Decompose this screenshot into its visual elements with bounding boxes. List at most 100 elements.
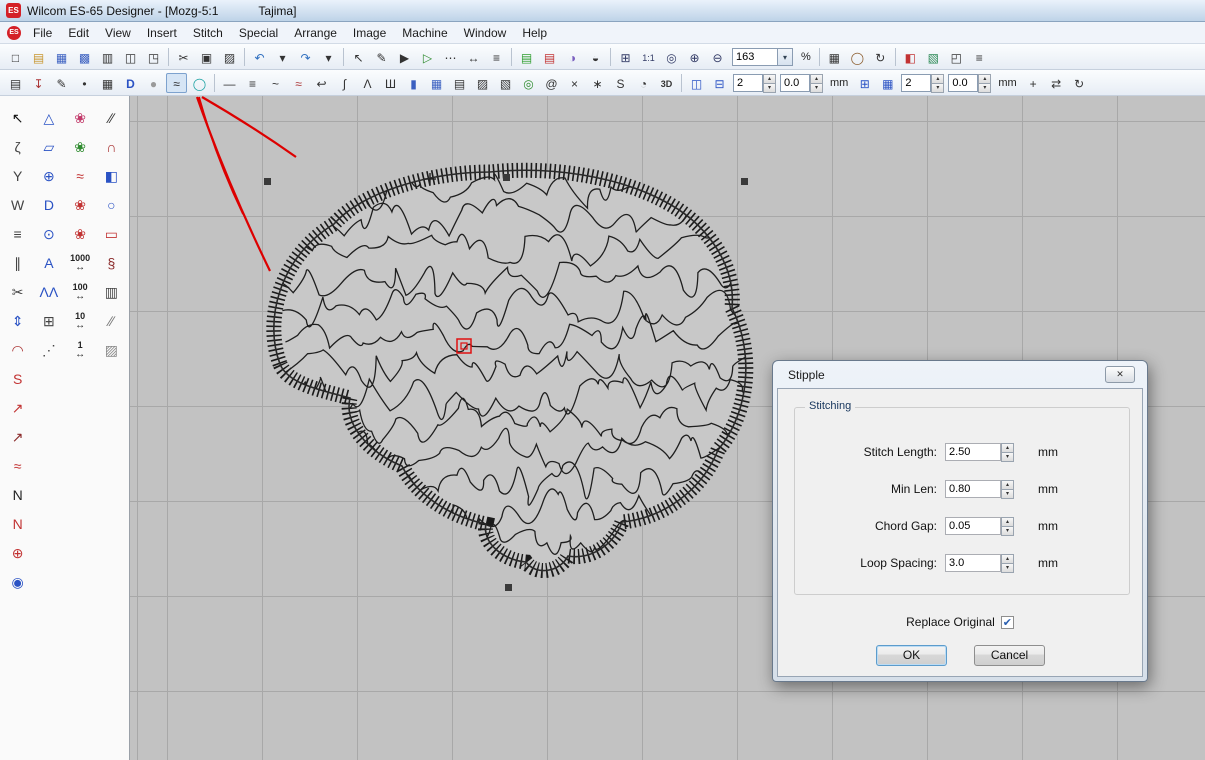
pair-tool[interactable]: ΛΛ bbox=[33, 278, 64, 305]
flower-branch-tool[interactable]: ❀ bbox=[65, 104, 96, 131]
selection-handle-top-right[interactable] bbox=[741, 178, 748, 185]
spin-down-icon[interactable]: ▾ bbox=[1001, 527, 1014, 536]
scissors-tool[interactable]: ✂ bbox=[2, 278, 33, 305]
offset-count-field[interactable]: ▴▾ bbox=[733, 74, 776, 92]
contour-icon[interactable]: ◎ bbox=[518, 73, 539, 93]
print-icon[interactable]: ▥ bbox=[97, 47, 118, 67]
array-count-spinner[interactable]: ▴▾ bbox=[931, 74, 944, 92]
undo-icon[interactable]: ↶ bbox=[249, 47, 270, 67]
spin-up-icon[interactable]: ▴ bbox=[810, 74, 823, 84]
satin-icon[interactable]: ▮ bbox=[403, 73, 424, 93]
select-object-icon[interactable]: ↖ bbox=[348, 47, 369, 67]
stitch-list-icon[interactable]: ≡ bbox=[486, 47, 507, 67]
swatch-tool[interactable]: ▨ bbox=[96, 336, 127, 363]
mirror-h-icon[interactable]: ◫ bbox=[686, 73, 707, 93]
array-spacing-spinner[interactable]: ▴▾ bbox=[978, 74, 991, 92]
offset-distance-field[interactable]: ▴▾ bbox=[780, 74, 823, 92]
stitch-length-input[interactable] bbox=[945, 443, 1001, 461]
spin-down-icon[interactable]: ▾ bbox=[931, 84, 944, 93]
hatch-lines-tool[interactable]: ∕∕ bbox=[96, 104, 127, 131]
spin-down-icon[interactable]: ▾ bbox=[1001, 490, 1014, 499]
star-fill-icon[interactable]: ∗ bbox=[587, 73, 608, 93]
offset-count-input[interactable] bbox=[733, 74, 763, 92]
slow-redraw-icon[interactable]: ▶ bbox=[394, 47, 415, 67]
cancel-button[interactable]: Cancel bbox=[974, 645, 1045, 666]
rectangle-tool[interactable]: ▭ bbox=[96, 220, 127, 247]
replace-original-checkbox[interactable]: ✔ bbox=[1001, 616, 1014, 629]
size-1000-button[interactable]: 1000↔ bbox=[65, 249, 96, 276]
dot-counter-icon[interactable]: ⋯ bbox=[440, 47, 461, 67]
insert-needle-icon[interactable]: ↧ bbox=[28, 73, 49, 93]
color-film-icon[interactable]: ▤ bbox=[5, 73, 26, 93]
tatami-icon[interactable]: ▦ bbox=[426, 73, 447, 93]
size-1-button[interactable]: 1↔ bbox=[65, 336, 96, 363]
film-green-icon[interactable]: ▤ bbox=[516, 47, 537, 67]
letter-d-icon[interactable]: D bbox=[120, 73, 141, 93]
zigzag-tool[interactable]: W bbox=[2, 191, 33, 218]
dot-tool-icon[interactable]: • bbox=[74, 73, 95, 93]
fan-tool[interactable]: ◠ bbox=[2, 336, 33, 363]
redo-drop-icon[interactable]: ▾ bbox=[318, 47, 339, 67]
reshape-tool[interactable]: △ bbox=[33, 104, 64, 131]
dots-diagonal-tool[interactable]: ⋰ bbox=[33, 336, 64, 363]
stemstitch-icon[interactable]: ∫ bbox=[334, 73, 355, 93]
zoom-out-icon[interactable]: ⊖ bbox=[707, 47, 728, 67]
film-red-icon[interactable]: ▤ bbox=[539, 47, 560, 67]
dim-artwork-icon[interactable]: ◒ bbox=[585, 47, 606, 67]
wave-fill-icon[interactable]: S bbox=[610, 73, 631, 93]
zoom-in-icon[interactable]: ⊕ bbox=[684, 47, 705, 67]
boot-tool[interactable]: § bbox=[96, 249, 127, 276]
spin-up-icon[interactable]: ▴ bbox=[1001, 554, 1014, 564]
globe-tool[interactable]: ⊙ bbox=[33, 220, 64, 247]
film-strip-icon[interactable]: ▦ bbox=[97, 73, 118, 93]
offset-count-spinner[interactable]: ▴▾ bbox=[763, 74, 776, 92]
spin-up-icon[interactable]: ▴ bbox=[1001, 517, 1014, 527]
document-icon[interactable]: ES bbox=[7, 26, 21, 40]
menu-arrange[interactable]: Arrange bbox=[286, 24, 345, 42]
export-machine-icon[interactable]: ◳ bbox=[143, 47, 164, 67]
print-preview-icon[interactable]: ◫ bbox=[120, 47, 141, 67]
size-10-button[interactable]: 10↔ bbox=[65, 307, 96, 334]
stitch-length-spinner[interactable]: ▴▾ bbox=[1001, 443, 1014, 461]
three-d-icon[interactable]: 3D bbox=[656, 73, 677, 93]
stitch-edit-icon[interactable]: ✎ bbox=[371, 47, 392, 67]
fancy-fill-icon[interactable]: ▨ bbox=[472, 73, 493, 93]
loop-spacing-input[interactable] bbox=[945, 554, 1001, 572]
array-grid-icon[interactable]: ▦ bbox=[877, 73, 898, 93]
selection-handle-top-left[interactable] bbox=[264, 178, 271, 185]
run-stitch-tool[interactable]: ↗ bbox=[2, 423, 33, 450]
selection-handle-top-mid[interactable] bbox=[503, 174, 510, 181]
new-icon[interactable]: □ bbox=[5, 47, 26, 67]
measure-icon[interactable]: ↔ bbox=[463, 47, 484, 67]
curve-tool[interactable]: ∩ bbox=[96, 133, 127, 160]
array-row-icon[interactable]: ⊞ bbox=[854, 73, 875, 93]
plant2-tool[interactable]: ❀ bbox=[65, 220, 96, 247]
stipple-icon[interactable]: ≈ bbox=[166, 73, 187, 93]
menu-special[interactable]: Special bbox=[231, 24, 286, 42]
node-edit-tool[interactable]: Y bbox=[2, 162, 33, 189]
close-icon[interactable]: ✕ bbox=[1105, 366, 1135, 383]
ring-plus-tool[interactable]: ⊕ bbox=[2, 539, 33, 566]
lettering-tool[interactable]: A bbox=[33, 249, 64, 276]
copy-icon[interactable]: ▣ bbox=[196, 47, 217, 67]
run-icon[interactable]: — bbox=[219, 73, 240, 93]
triple-wave-tool[interactable]: ≈ bbox=[65, 162, 96, 189]
updown-tool[interactable]: ⇕ bbox=[2, 307, 33, 334]
spin-up-icon[interactable]: ▴ bbox=[931, 74, 944, 84]
save-icon[interactable]: ▦ bbox=[51, 47, 72, 67]
paste-icon[interactable]: ▨ bbox=[219, 47, 240, 67]
redraw-screen-icon[interactable]: ↻ bbox=[870, 47, 891, 67]
array-spacing-input[interactable] bbox=[948, 74, 978, 92]
pencil-tool-icon[interactable]: ✎ bbox=[51, 73, 72, 93]
spin-up-icon[interactable]: ▴ bbox=[978, 74, 991, 84]
cut-icon[interactable]: ✂ bbox=[173, 47, 194, 67]
ring-target-tool[interactable]: ◉ bbox=[2, 568, 33, 595]
size-100-button[interactable]: 100↔ bbox=[65, 278, 96, 305]
select-tool[interactable]: ↖ bbox=[2, 104, 33, 131]
spin-down-icon[interactable]: ▾ bbox=[1001, 564, 1014, 573]
transform-tool-icon[interactable]: + bbox=[1023, 73, 1044, 93]
ok-button[interactable]: OK bbox=[876, 645, 947, 666]
motif-fill-icon[interactable]: ▧ bbox=[495, 73, 516, 93]
array-count-input[interactable] bbox=[901, 74, 931, 92]
d-circle-tool[interactable]: D bbox=[33, 191, 64, 218]
